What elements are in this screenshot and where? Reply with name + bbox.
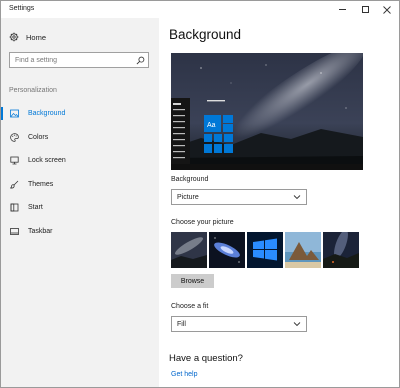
minimize-icon <box>338 9 346 10</box>
search-box <box>9 52 149 68</box>
sidebar-item-lock-screen[interactable]: Lock screen <box>1 149 159 173</box>
preview-sample-text: Aa <box>207 122 216 129</box>
browse-button[interactable]: Browse <box>171 274 214 288</box>
sidebar-item-background[interactable]: Background <box>1 102 159 126</box>
background-dropdown[interactable]: Picture <box>171 189 307 205</box>
sidebar-item-themes[interactable]: Themes <box>1 173 159 197</box>
taskbar-icon <box>10 227 19 236</box>
page-title: Background <box>169 27 242 42</box>
picture-icon <box>10 109 19 118</box>
thumbnail-4[interactable] <box>285 232 321 268</box>
get-help-link[interactable]: Get help <box>171 371 197 378</box>
thumbnail-3[interactable] <box>247 232 283 268</box>
background-preview: Aa <box>171 53 363 170</box>
title-bar: Settings <box>1 1 399 18</box>
sidebar-item-taskbar[interactable]: Taskbar <box>1 220 159 244</box>
question-heading: Have a question? <box>169 353 243 364</box>
home-link[interactable]: Home <box>9 30 46 44</box>
close-button[interactable] <box>376 1 398 18</box>
sidebar-item-label: Background <box>28 110 66 118</box>
palette-icon <box>10 132 19 142</box>
lock-screen-icon <box>10 156 19 165</box>
maximize-button[interactable] <box>354 1 376 18</box>
sidebar-item-start[interactable]: Start <box>1 196 159 220</box>
sidebar-item-label: Colors <box>28 133 49 141</box>
search-input[interactable] <box>10 53 134 67</box>
sidebar-item-label: Themes <box>28 180 54 188</box>
gear-icon <box>9 32 19 42</box>
brush-icon <box>10 180 19 189</box>
chevron-down-icon <box>293 195 301 200</box>
fit-label: Choose a fit <box>171 303 209 310</box>
background-value: Picture <box>177 193 199 201</box>
maximize-icon <box>361 6 369 13</box>
settings-window: Settings Home Find a setting Personaliza… <box>0 0 400 388</box>
close-icon <box>383 5 391 14</box>
sidebar-item-label: Start <box>28 204 43 212</box>
nav-list: Background Colors Lock screen Themes Sta… <box>1 102 159 243</box>
window-title: Settings <box>9 5 35 12</box>
minimize-button[interactable] <box>331 1 353 18</box>
thumbnail-2[interactable] <box>209 232 245 268</box>
section-heading: Personalization <box>9 87 57 94</box>
chevron-down-icon <box>293 322 301 327</box>
preview-wallpaper: Aa <box>171 53 363 170</box>
sidebar-item-colors[interactable]: Colors <box>1 126 159 150</box>
sidebar-item-label: Taskbar <box>28 227 53 235</box>
fit-value: Fill <box>177 320 186 328</box>
fit-dropdown[interactable]: Fill <box>171 316 307 332</box>
picture-thumbnails <box>171 232 359 268</box>
home-label: Home <box>26 32 47 42</box>
sidebar-item-label: Lock screen <box>28 157 66 165</box>
sidebar: Home Personalization Background Colors <box>1 18 159 387</box>
start-icon <box>10 203 19 212</box>
main-content: Background Aa Background Picture Choose … <box>169 18 397 387</box>
thumbnail-5[interactable] <box>323 232 359 268</box>
search-icon[interactable] <box>136 56 145 65</box>
choose-picture-label: Choose your picture <box>171 219 234 226</box>
background-label: Background <box>171 176 209 183</box>
thumbnail-1[interactable] <box>171 232 207 268</box>
